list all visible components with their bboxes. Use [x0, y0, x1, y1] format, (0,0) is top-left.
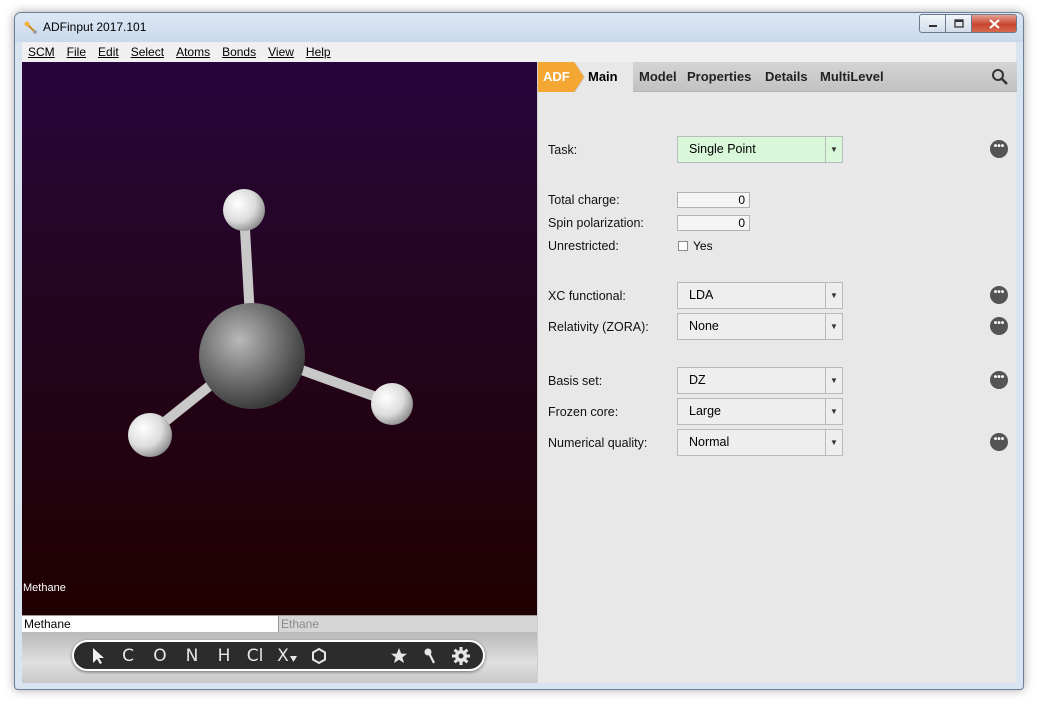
- menu-edit[interactable]: Edit: [98, 45, 119, 59]
- molecule-tabs: Methane Ethane: [22, 615, 537, 632]
- chevron-down-icon: ▼: [825, 283, 842, 308]
- total-charge-label: Total charge:: [548, 193, 620, 207]
- wand-icon[interactable]: [422, 647, 438, 665]
- basis-set-value: DZ: [689, 373, 706, 387]
- nitrogen-tool[interactable]: N: [183, 646, 201, 666]
- molecule-viewer[interactable]: Methane: [22, 62, 537, 615]
- oxygen-tool[interactable]: O: [151, 646, 169, 666]
- maximize-button[interactable]: [946, 14, 972, 33]
- menu-view[interactable]: View: [268, 45, 294, 59]
- frozen-core-value: Large: [689, 404, 721, 418]
- search-icon[interactable]: [991, 68, 1009, 86]
- basis-set-label: Basis set:: [548, 374, 603, 388]
- xc-more-button[interactable]: •••: [990, 286, 1008, 304]
- chevron-down-icon: ▼: [825, 399, 842, 424]
- tab-properties[interactable]: Properties: [687, 62, 751, 92]
- frozen-core-label: Frozen core:: [548, 405, 619, 419]
- caption-buttons: [919, 14, 1017, 33]
- more-options-icon: •••: [993, 141, 1005, 152]
- tool-pill: C O N H Cl X: [72, 640, 485, 671]
- editor-toolbar: C O N H Cl X: [22, 632, 537, 683]
- dummy-atom-tool[interactable]: X: [276, 646, 290, 666]
- unrestricted-option-label[interactable]: Yes: [693, 239, 713, 253]
- title-bar[interactable]: ADFinput 2017.101: [15, 13, 1023, 42]
- more-options-icon: •••: [993, 434, 1005, 445]
- star-icon[interactable]: [390, 647, 408, 665]
- carbon-atom[interactable]: [199, 303, 305, 409]
- hydrogen-atom-right[interactable]: [371, 383, 413, 425]
- hydrogen-atom-left[interactable]: [128, 413, 172, 457]
- menu-atoms[interactable]: Atoms: [176, 45, 210, 59]
- frozen-core-select[interactable]: Large ▼: [677, 398, 843, 425]
- chevron-down-icon: ▼: [825, 430, 842, 455]
- tab-details[interactable]: Details: [765, 62, 808, 92]
- methane-model: [128, 189, 413, 457]
- close-icon: [988, 18, 1000, 29]
- menu-file[interactable]: File: [67, 45, 86, 59]
- tab-multilevel[interactable]: MultiLevel: [820, 62, 884, 92]
- dropdown-caret-icon[interactable]: [290, 656, 297, 662]
- hydrogen-atom-top[interactable]: [223, 189, 265, 231]
- minimize-button[interactable]: [919, 14, 946, 33]
- chlorine-tool[interactable]: Cl: [244, 646, 266, 666]
- chevron-down-icon: ▼: [825, 368, 842, 393]
- menu-select[interactable]: Select: [131, 45, 164, 59]
- relativity-select[interactable]: None ▼: [677, 313, 843, 340]
- menu-bonds[interactable]: Bonds: [222, 45, 256, 59]
- tab-model[interactable]: Model: [639, 62, 677, 92]
- relativity-value: None: [689, 319, 719, 333]
- panel-tabstrip: ADF Main Model Properties Details MultiL…: [538, 62, 1017, 92]
- chevron-down-icon: ▼: [825, 137, 842, 162]
- close-button[interactable]: [972, 14, 1017, 33]
- gear-icon[interactable]: [451, 646, 471, 666]
- window-title: ADFinput 2017.101: [43, 20, 147, 34]
- more-options-icon: •••: [993, 287, 1005, 298]
- molecule-tab-inactive[interactable]: Ethane: [279, 616, 537, 632]
- numerical-quality-value: Normal: [689, 435, 730, 449]
- total-charge-input[interactable]: 0: [677, 192, 750, 208]
- client-area: SCM File Edit Select Atoms Bonds View He…: [22, 42, 1017, 683]
- xc-functional-select[interactable]: LDA ▼: [677, 282, 843, 309]
- numerical-quality-label: Numerical quality:: [548, 436, 648, 450]
- more-options-icon: •••: [993, 318, 1005, 329]
- task-more-button[interactable]: •••: [990, 140, 1008, 158]
- relativity-label: Relativity (ZORA):: [548, 320, 649, 334]
- unrestricted-label: Unrestricted:: [548, 239, 619, 253]
- hydrogen-tool[interactable]: H: [215, 646, 233, 666]
- more-options-icon: •••: [993, 372, 1005, 383]
- basis-more-button[interactable]: •••: [990, 371, 1008, 389]
- tab-adf[interactable]: ADF: [538, 62, 584, 92]
- menu-bar: SCM File Edit Select Atoms Bonds View He…: [22, 42, 1016, 62]
- molecule-tab-active[interactable]: Methane: [22, 616, 279, 632]
- menu-help[interactable]: Help: [306, 45, 331, 59]
- adf-settings-panel: ADF Main Model Properties Details MultiL…: [537, 62, 1017, 683]
- spin-polarization-label: Spin polarization:: [548, 216, 644, 230]
- app-logo-icon: [24, 21, 37, 34]
- menu-scm[interactable]: SCM: [28, 45, 55, 59]
- numerical-quality-select[interactable]: Normal ▼: [677, 429, 843, 456]
- quality-more-button[interactable]: •••: [990, 433, 1008, 451]
- task-label: Task:: [548, 143, 578, 157]
- task-select[interactable]: Single Point ▼: [677, 136, 843, 163]
- chevron-down-icon: ▼: [825, 314, 842, 339]
- basis-set-select[interactable]: DZ ▼: [677, 367, 843, 394]
- task-value: Single Point: [689, 142, 756, 156]
- xc-functional-value: LDA: [689, 288, 714, 302]
- carbon-tool[interactable]: C: [120, 646, 136, 666]
- unrestricted-checkbox[interactable]: [678, 241, 688, 251]
- minimize-icon: [928, 24, 937, 27]
- app-window: ADFinput 2017.101 SCM File Edit Select A…: [14, 12, 1024, 690]
- spin-polarization-input[interactable]: 0: [677, 215, 750, 231]
- pointer-tool-icon[interactable]: [90, 647, 106, 665]
- molecule-name-label: Methane: [23, 582, 66, 594]
- xc-functional-label: XC functional:: [548, 289, 626, 303]
- relativity-more-button[interactable]: •••: [990, 317, 1008, 335]
- maximize-icon: [953, 19, 964, 28]
- hexagon-ring-icon[interactable]: [310, 647, 328, 665]
